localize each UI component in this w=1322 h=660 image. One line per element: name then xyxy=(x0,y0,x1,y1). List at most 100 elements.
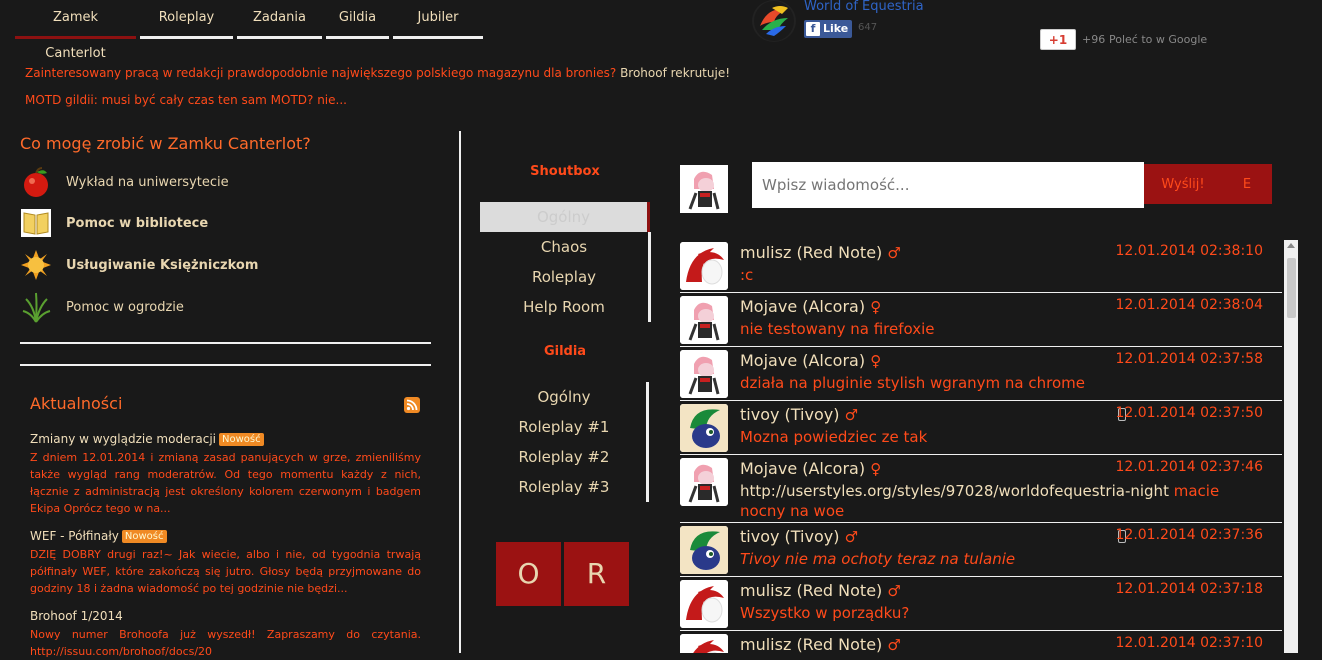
activity-princesses[interactable]: Usługiwanie Księżniczkom xyxy=(20,249,258,281)
nav-indicator-bar xyxy=(648,232,651,322)
message-text: http://userstyles.org/styles/97028/world… xyxy=(740,481,1260,521)
message-text: Wszystko w porządku? xyxy=(740,604,910,622)
author-name: tivoy (Tivoy) xyxy=(740,405,840,424)
author-name: Mojave (Alcora) xyxy=(740,351,866,370)
news-item-body: Nowy numer Brohoofa już wyszedł! Zaprasz… xyxy=(30,628,421,658)
message-link[interactable]: http://userstyles.org/styles/97028/world… xyxy=(740,482,1169,500)
message-row: Mojave (Alcora) ♀ 12.01.2014 02:37:58 dz… xyxy=(680,348,1282,401)
author-name: mulisz (Red Note) xyxy=(740,635,883,653)
gplus-recommend-text: Poleć to w Google xyxy=(1109,33,1208,46)
scroll-up-arrow-icon[interactable] xyxy=(1287,243,1295,248)
fb-like-count: 647 xyxy=(858,22,878,33)
guild-channel-roleplay-2[interactable]: Roleplay #2 xyxy=(480,442,648,472)
news-item-title[interactable]: WEF - Półfinały Nowość xyxy=(30,529,167,543)
channel-ogolny[interactable]: Ogólny xyxy=(480,202,650,232)
author-name: Mojave (Alcora) xyxy=(740,459,866,478)
sun-icon xyxy=(20,249,52,281)
o-button[interactable]: O xyxy=(496,542,561,606)
apple-icon xyxy=(20,166,52,198)
avatar[interactable] xyxy=(680,242,728,290)
message-author[interactable]: mulisz (Red Note) ♂ xyxy=(740,243,901,262)
message-row: tivoy (Tivoy) ♂ 12.01.2014 02:37:36 Tivo… xyxy=(680,524,1282,577)
news-title-text: WEF - Półfinały xyxy=(30,529,119,543)
tab-jubiler[interactable]: Jubiler xyxy=(393,0,483,39)
message-author[interactable]: tivoy (Tivoy) ♂ xyxy=(740,405,858,424)
announcement-recruit[interactable]: Zainteresowany pracą w redakcji prawdopo… xyxy=(25,66,730,80)
tab-gildia[interactable]: Gildia xyxy=(326,0,389,39)
message-author[interactable]: Mojave (Alcora) ♀ xyxy=(740,351,881,370)
message-time: 12.01.2014 02:38:04 xyxy=(1115,297,1264,313)
author-name: mulisz (Red Note) xyxy=(740,243,883,262)
author-name: tivoy (Tivoy) xyxy=(740,527,840,546)
avatar[interactable] xyxy=(680,404,728,452)
gender-male-icon: ♂ xyxy=(887,244,901,262)
message-author[interactable]: mulisz (Red Note) ♂ xyxy=(740,581,901,600)
activity-library[interactable]: Pomoc w bibliotece xyxy=(20,207,208,239)
facebook-like-button[interactable]: f Like xyxy=(804,20,852,38)
page-name-link[interactable]: World of Equestria xyxy=(804,0,924,14)
guild-channel-ogolny[interactable]: Ogólny xyxy=(480,382,648,412)
activity-garden[interactable]: Pomoc w ogrodzie xyxy=(20,291,184,323)
message-text: Mozna powiedziec ze tak xyxy=(740,428,928,446)
message-author[interactable]: Mojave (Alcora) ♀ xyxy=(740,297,881,316)
guild-channel-roleplay-1[interactable]: Roleplay #1 xyxy=(480,412,648,442)
message-author[interactable]: tivoy (Tivoy) ♂ xyxy=(740,527,858,546)
tab-zadania[interactable]: Zadania xyxy=(237,0,322,39)
new-badge: Nowość xyxy=(121,530,167,543)
message-time: 12.01.2014 02:37:10 xyxy=(1115,635,1264,651)
announcement-text: Zainteresowany pracą w redakcji prawdopo… xyxy=(25,66,617,80)
news-item-body: Z dniem 12.01.2014 i zmianą zasad panują… xyxy=(30,451,421,515)
grass-icon xyxy=(20,291,52,323)
facebook-icon: f xyxy=(806,22,820,36)
guild-heading: Gildia xyxy=(543,344,587,359)
channel-roleplay[interactable]: Roleplay xyxy=(480,262,648,292)
avatar[interactable] xyxy=(680,458,728,506)
message-author[interactable]: Mojave (Alcora) ♀ xyxy=(740,459,881,478)
gender-male-icon: ♂ xyxy=(844,528,859,546)
divider xyxy=(20,342,431,344)
avatar[interactable] xyxy=(680,634,728,653)
channel-help-room[interactable]: Help Room xyxy=(480,292,648,322)
nav-indicator-bar xyxy=(646,382,649,502)
activity-label: Pomoc w bibliotece xyxy=(66,215,209,231)
user-avatar[interactable] xyxy=(680,165,728,213)
avatar[interactable] xyxy=(680,350,728,398)
activity-label: Pomoc w ogrodzie xyxy=(66,299,184,315)
news-title: Aktualności xyxy=(30,394,123,413)
message-text: działa na pluginie stylish wgranym na ch… xyxy=(740,374,1085,392)
message-input[interactable] xyxy=(752,162,1144,208)
message-text: nie testowany na firefoxie xyxy=(740,320,935,338)
new-badge: Nowość xyxy=(219,433,264,446)
woe-logo-icon[interactable] xyxy=(752,0,796,42)
news-item-title[interactable]: Zmiany w wyglądzie moderacji Nowość xyxy=(30,432,264,446)
fb-like-label: Like xyxy=(823,22,849,35)
message-time: 12.01.2014 02:37:18 xyxy=(1115,581,1264,597)
book-icon xyxy=(20,207,52,239)
avatar[interactable] xyxy=(680,296,728,344)
activities-title: Co mogę zrobić w Zamku Canterlot? xyxy=(20,134,311,153)
send-button[interactable]: Wyślij! xyxy=(1144,164,1222,204)
rss-icon[interactable] xyxy=(404,397,420,413)
activity-lecture[interactable]: Wykład na uniwersytecie xyxy=(20,166,229,198)
google-plus-one-button[interactable]: +1 xyxy=(1040,29,1076,50)
message-time: 12.01.2014 02:38:10 xyxy=(1115,243,1264,259)
news-item-title[interactable]: Brohoof 1/2014 xyxy=(30,609,123,623)
message-author[interactable]: mulisz (Red Note) ♂ xyxy=(740,635,901,653)
tab-zamek-canterlot[interactable]: Zamek Canterlot xyxy=(15,0,136,61)
avatar[interactable] xyxy=(680,580,728,628)
announcement-tail: Brohoof rekrutuje! xyxy=(620,66,731,80)
avatar[interactable] xyxy=(680,526,728,574)
emoticon-button[interactable]: E xyxy=(1222,164,1272,204)
top-tabs: Zamek Canterlot Roleplay Zadania Gildia … xyxy=(15,0,487,61)
guild-motd: MOTD gildii: musi być cały czas ten sam … xyxy=(25,93,347,107)
scrollbar-thumb[interactable] xyxy=(1287,258,1296,318)
message-list: mulisz (Red Note) ♂ 12.01.2014 02:38:10 … xyxy=(680,240,1282,653)
channel-chaos[interactable]: Chaos xyxy=(480,232,648,262)
message-row: mulisz (Red Note) ♂ 12.01.2014 02:37:18 … xyxy=(680,578,1282,631)
gender-male-icon: ♂ xyxy=(887,582,901,600)
tab-roleplay[interactable]: Roleplay xyxy=(140,0,233,39)
news-item-body: DZIĘ DOBRY drugi raz!~ Jak wiecie, albo … xyxy=(30,548,421,595)
r-button[interactable]: R xyxy=(564,542,629,606)
message-text: :c xyxy=(740,266,754,284)
guild-channel-roleplay-3[interactable]: Roleplay #3 xyxy=(480,472,648,502)
